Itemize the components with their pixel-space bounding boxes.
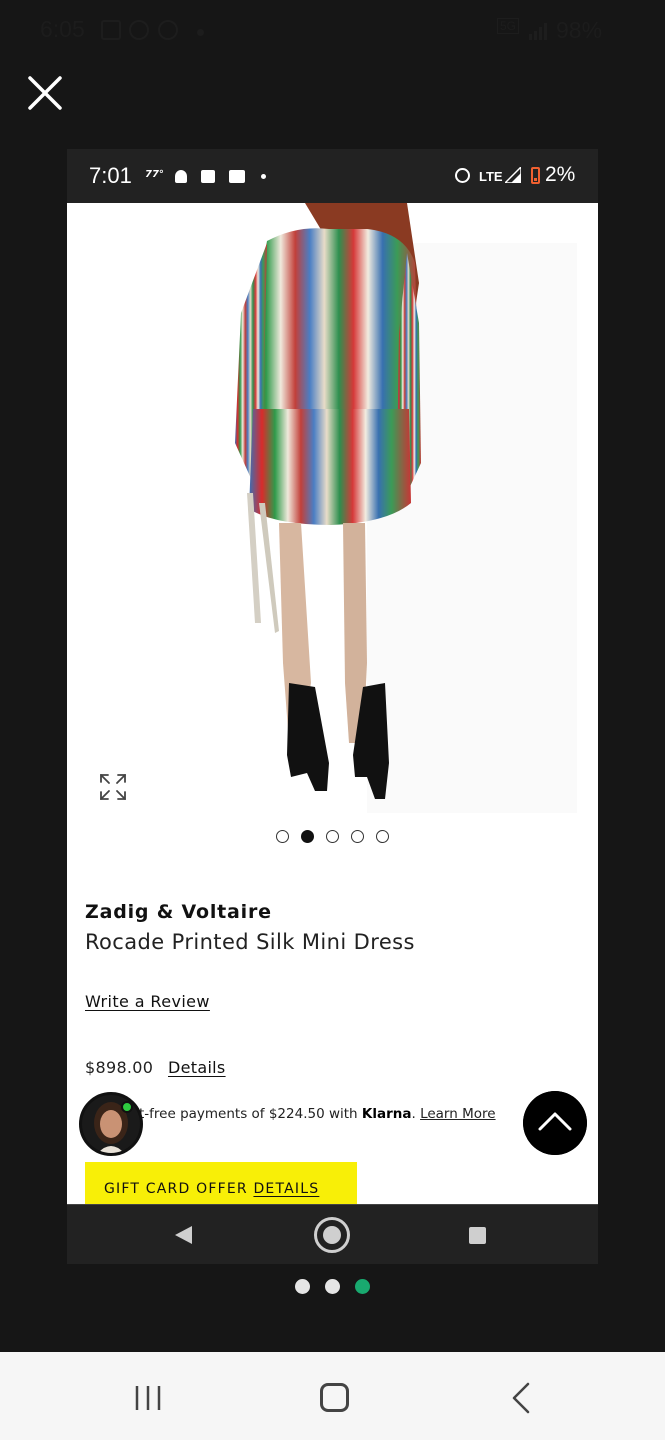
more-notifications-icon (197, 29, 204, 36)
system-navigation-bar (0, 1352, 665, 1440)
chat-agent-avatar[interactable] (79, 1092, 143, 1156)
carousel-dot-active[interactable] (301, 830, 314, 843)
page-dot[interactable] (295, 1279, 310, 1294)
details-link[interactable]: Details (168, 1058, 226, 1077)
screenshot-preview: 7:01 77° LTE 2% Zadig & Voltaire Rocade … (67, 149, 598, 1264)
inner-status-bar: 7:01 77° LTE 2% (67, 149, 598, 203)
scroll-to-top-button[interactable] (523, 1091, 587, 1155)
gift-card-offer-text: GIFT CARD OFFER DETAILS (104, 1181, 319, 1197)
home-icon[interactable] (320, 1383, 349, 1412)
back-icon[interactable] (510, 1382, 532, 1414)
signal-icon (505, 167, 521, 183)
product-brand[interactable]: Zadig & Voltaire (85, 901, 272, 923)
carousel-dot[interactable] (376, 830, 389, 843)
screenshot-page-indicator (295, 1279, 370, 1294)
recents-icon[interactable] (134, 1385, 164, 1411)
gallery-notification-icon (101, 20, 121, 40)
app-notification-icon (158, 20, 178, 40)
carousel-dot[interactable] (351, 830, 364, 843)
klarna-learn-more-link[interactable]: Learn More (420, 1106, 496, 1122)
signal-icon (529, 23, 547, 40)
network-type: 5G (497, 18, 520, 34)
product-image[interactable] (67, 203, 598, 813)
recents-square-icon[interactable] (469, 1227, 486, 1244)
gift-card-details-link[interactable]: DETAILS (253, 1181, 319, 1197)
mail-notification-icon (229, 170, 245, 183)
product-name: Rocade Printed Silk Mini Dress (85, 930, 415, 954)
outer-status-bar: 6:05 5G 98% (0, 0, 665, 62)
battery-level: 98% (556, 17, 603, 43)
inner-clock: 7:01 (89, 163, 132, 188)
expand-icon[interactable] (97, 771, 129, 803)
weather-temperature: 77° (145, 169, 164, 180)
outer-clock: 6:05 (40, 16, 85, 42)
alarm-icon (455, 168, 470, 183)
page-dot-active[interactable] (355, 1279, 370, 1294)
app-notification-icon (175, 170, 187, 183)
network-type: LTE (479, 169, 503, 184)
write-review-link[interactable]: Write a Review (85, 992, 210, 1011)
close-icon[interactable] (24, 72, 66, 114)
gift-card-offer-banner[interactable]: GIFT CARD OFFER DETAILS (85, 1162, 357, 1208)
klarna-text: t-free payments of $224.50 with (139, 1106, 362, 1122)
battery-low-icon (531, 167, 540, 184)
gallery-notification-icon (201, 170, 215, 183)
klarna-separator: . (411, 1106, 421, 1122)
whatsapp-notification-icon (129, 20, 149, 40)
carousel-dot[interactable] (276, 830, 289, 843)
online-status-indicator (121, 1101, 133, 1113)
page-dot[interactable] (325, 1279, 340, 1294)
klarna-installment-text: t-free payments of $224.50 with Klarna. … (139, 1106, 496, 1122)
battery-level: 2% (545, 163, 576, 186)
home-circle-icon[interactable] (314, 1217, 350, 1253)
carousel-dot[interactable] (326, 830, 339, 843)
product-price: $898.00 (85, 1058, 154, 1077)
inner-navigation-bar (67, 1204, 598, 1264)
more-notifications-icon (261, 174, 266, 179)
image-carousel-indicator (276, 830, 389, 844)
klarna-logo: Klarna (361, 1106, 412, 1122)
back-triangle-icon[interactable] (175, 1226, 192, 1244)
gift-card-offer-label: GIFT CARD OFFER (104, 1181, 254, 1197)
